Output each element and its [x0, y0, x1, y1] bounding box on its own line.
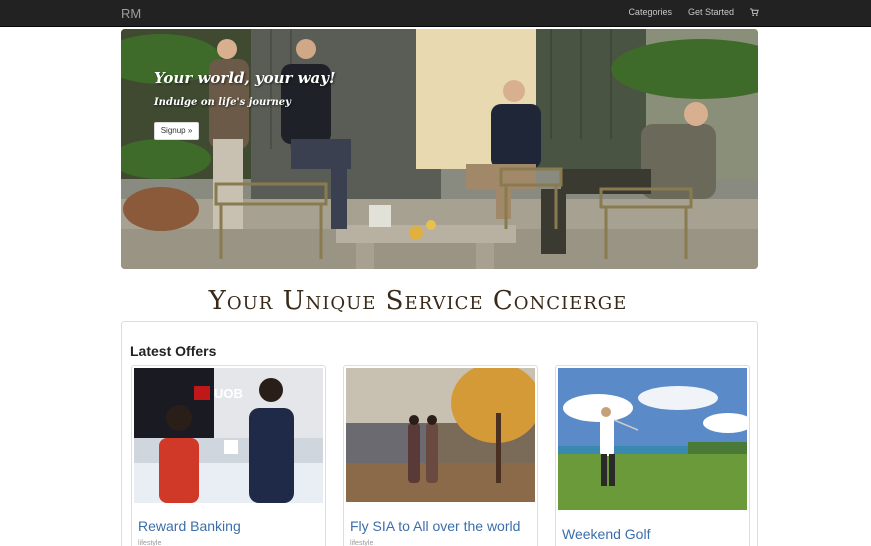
nav-link-get-started[interactable]: Get Started — [688, 7, 734, 17]
brand-logo[interactable]: RM — [121, 6, 141, 21]
page-title: Your Unique Service Concierge — [208, 286, 628, 316]
nav-link-categories[interactable]: Categories — [628, 7, 672, 17]
offer-tag: lifestyle — [350, 540, 374, 546]
offer-tag: lifestyle — [138, 540, 162, 546]
hero-photo — [121, 29, 758, 269]
nav-links: Categories Get Started — [628, 7, 759, 17]
offer-card-fly-sia[interactable]: Fly SIA to All over the world lifestyle — [343, 365, 538, 546]
offers-heading: Latest Offers — [130, 343, 217, 359]
offer-image-bank: UOB — [134, 368, 323, 503]
offer-image-travel — [346, 368, 535, 502]
signup-button[interactable]: Signup » — [154, 122, 199, 140]
offer-title-fly-sia[interactable]: Fly SIA to All over the world — [350, 518, 520, 534]
hero-title: Your world, your way! — [154, 69, 336, 87]
top-navbar: RM Categories Get Started — [0, 0, 871, 27]
hero-banner: Your world, your way! Indulge on life's … — [121, 29, 758, 269]
offers-panel: Latest Offers UOB Reward Banking lifesty… — [121, 321, 758, 546]
offer-image-golf — [558, 368, 747, 510]
offer-title-weekend-golf[interactable]: Weekend Golf — [562, 526, 650, 542]
offer-title-reward-banking[interactable]: Reward Banking — [138, 518, 241, 534]
hero-subtitle: Indulge on life's journey — [154, 97, 291, 108]
offer-card-reward-banking[interactable]: UOB Reward Banking lifestyle — [131, 365, 326, 546]
offer-card-weekend-golf[interactable]: Weekend Golf — [555, 365, 750, 546]
shopping-cart-icon[interactable] — [750, 7, 759, 17]
svg-text:UOB: UOB — [214, 386, 243, 401]
